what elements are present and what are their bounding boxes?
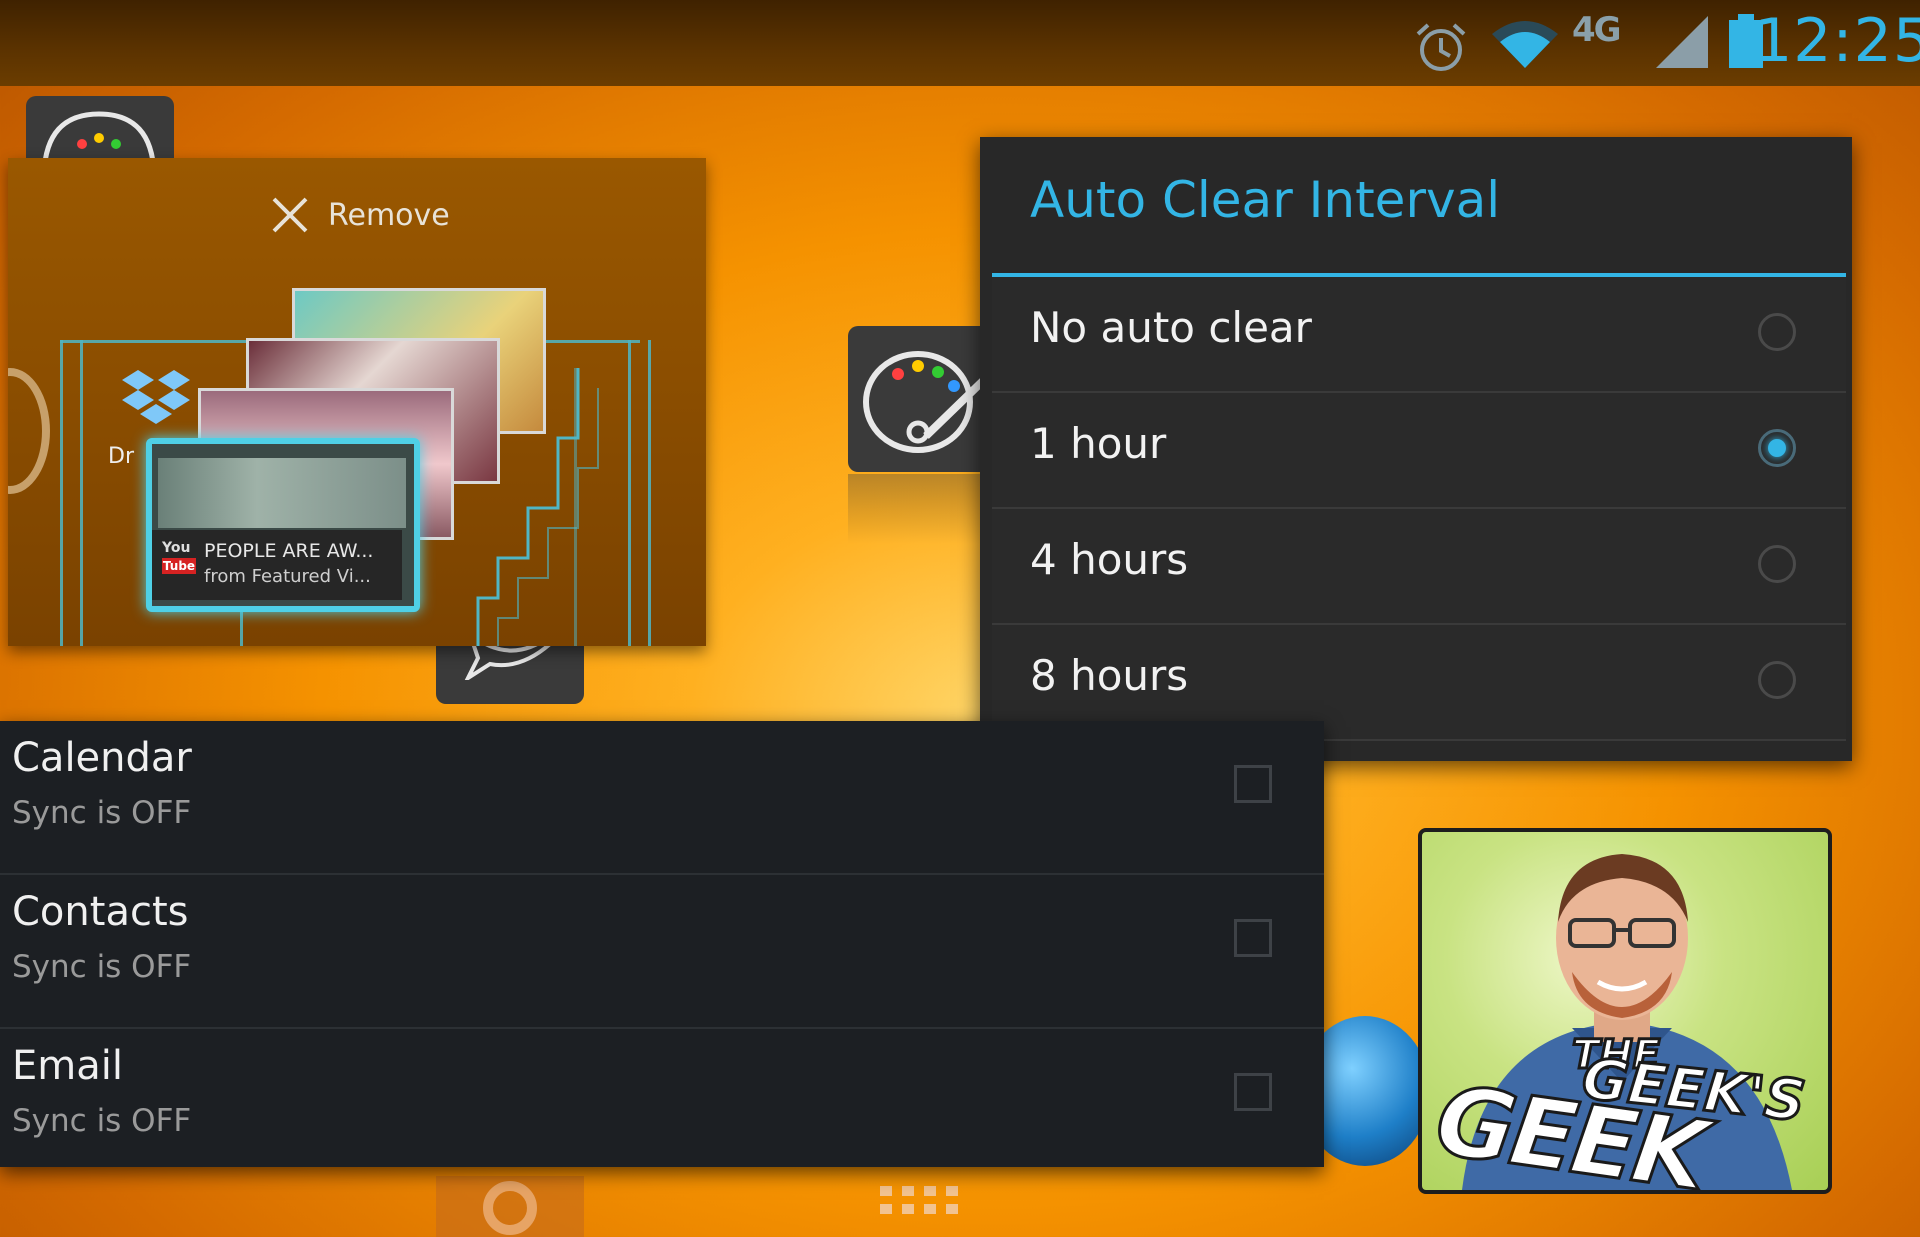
- sync-item-title: Calendar: [12, 735, 192, 781]
- paint-palette-icon: [863, 351, 991, 453]
- sync-item-title: Contacts: [12, 889, 189, 935]
- remove-label: Remove: [328, 197, 450, 233]
- grid-outline: [648, 340, 651, 646]
- video-thumbnail[interactable]: You Tube PEOPLE ARE AW... from Featured …: [146, 438, 420, 612]
- sync-item-calendar[interactable]: Calendar Sync is OFF: [0, 721, 1324, 875]
- video-info-bar: You Tube PEOPLE ARE AW... from Featured …: [152, 530, 402, 600]
- grid-outline: [80, 340, 83, 646]
- option-label: 4 hours: [1030, 535, 1189, 584]
- sync-item-status: Sync is OFF: [12, 795, 192, 831]
- close-icon: [272, 197, 308, 233]
- settings-gear-icon[interactable]: [436, 1176, 584, 1237]
- sync-item-contacts[interactable]: Contacts Sync is OFF: [0, 875, 1324, 1029]
- geeks-geek-photo-widget[interactable]: THE GEEK'S GEEK: [1418, 828, 1832, 1194]
- grid-outline: [60, 340, 63, 646]
- radio-button[interactable]: [1758, 313, 1796, 351]
- option-4-hours[interactable]: 4 hours: [992, 509, 1846, 625]
- option-label: 8 hours: [1030, 651, 1189, 700]
- sync-checkbox[interactable]: [1234, 919, 1272, 957]
- grid-outline: [628, 340, 631, 646]
- dialog-title: Auto Clear Interval: [1030, 171, 1501, 229]
- paint-icon-reflection: [848, 474, 998, 544]
- video-subtitle: from Featured Vi...: [204, 566, 371, 587]
- clock: 12:25: [1754, 6, 1920, 76]
- youtube-logo-icon: You Tube: [162, 540, 196, 574]
- radio-button[interactable]: [1758, 661, 1796, 699]
- option-label: No auto clear: [1030, 303, 1312, 352]
- sync-item-status: Sync is OFF: [12, 949, 192, 985]
- radio-button[interactable]: [1758, 545, 1796, 583]
- radio-button-selected[interactable]: [1758, 429, 1796, 467]
- sync-checkbox[interactable]: [1234, 765, 1272, 803]
- remove-drop-target[interactable]: Remove: [270, 190, 450, 240]
- sync-item-email[interactable]: Email Sync is OFF: [0, 1029, 1324, 1167]
- wifi-icon: [1492, 21, 1558, 68]
- sync-checkbox[interactable]: [1234, 1073, 1272, 1111]
- widget-preview-panel[interactable]: Remove Dr You Tube PEOPLE ARE AW... from…: [8, 158, 706, 646]
- app-drawer-icon[interactable]: [876, 1182, 972, 1230]
- circular-widget-edge: [8, 368, 50, 494]
- signal-icon: [1656, 16, 1708, 68]
- video-frame: [158, 458, 406, 528]
- option-label: 1 hour: [1030, 419, 1167, 468]
- option-no-auto-clear[interactable]: No auto clear: [992, 277, 1846, 393]
- sync-item-status: Sync is OFF: [12, 1103, 192, 1139]
- dropbox-icon: [122, 370, 190, 424]
- video-title: PEOPLE ARE AW...: [204, 540, 374, 562]
- status-bar: 4G 12:25: [0, 0, 1920, 86]
- network-type-label: 4G: [1572, 10, 1622, 50]
- dropbox-label: Dr: [108, 444, 134, 469]
- alarm-icon: [1416, 23, 1466, 71]
- sync-item-title: Email: [12, 1043, 123, 1089]
- sync-settings-list: Calendar Sync is OFF Contacts Sync is OF…: [0, 721, 1324, 1167]
- option-1-hour[interactable]: 1 hour: [992, 393, 1846, 509]
- auto-clear-interval-dialog: Auto Clear Interval No auto clear 1 hour…: [980, 137, 1852, 761]
